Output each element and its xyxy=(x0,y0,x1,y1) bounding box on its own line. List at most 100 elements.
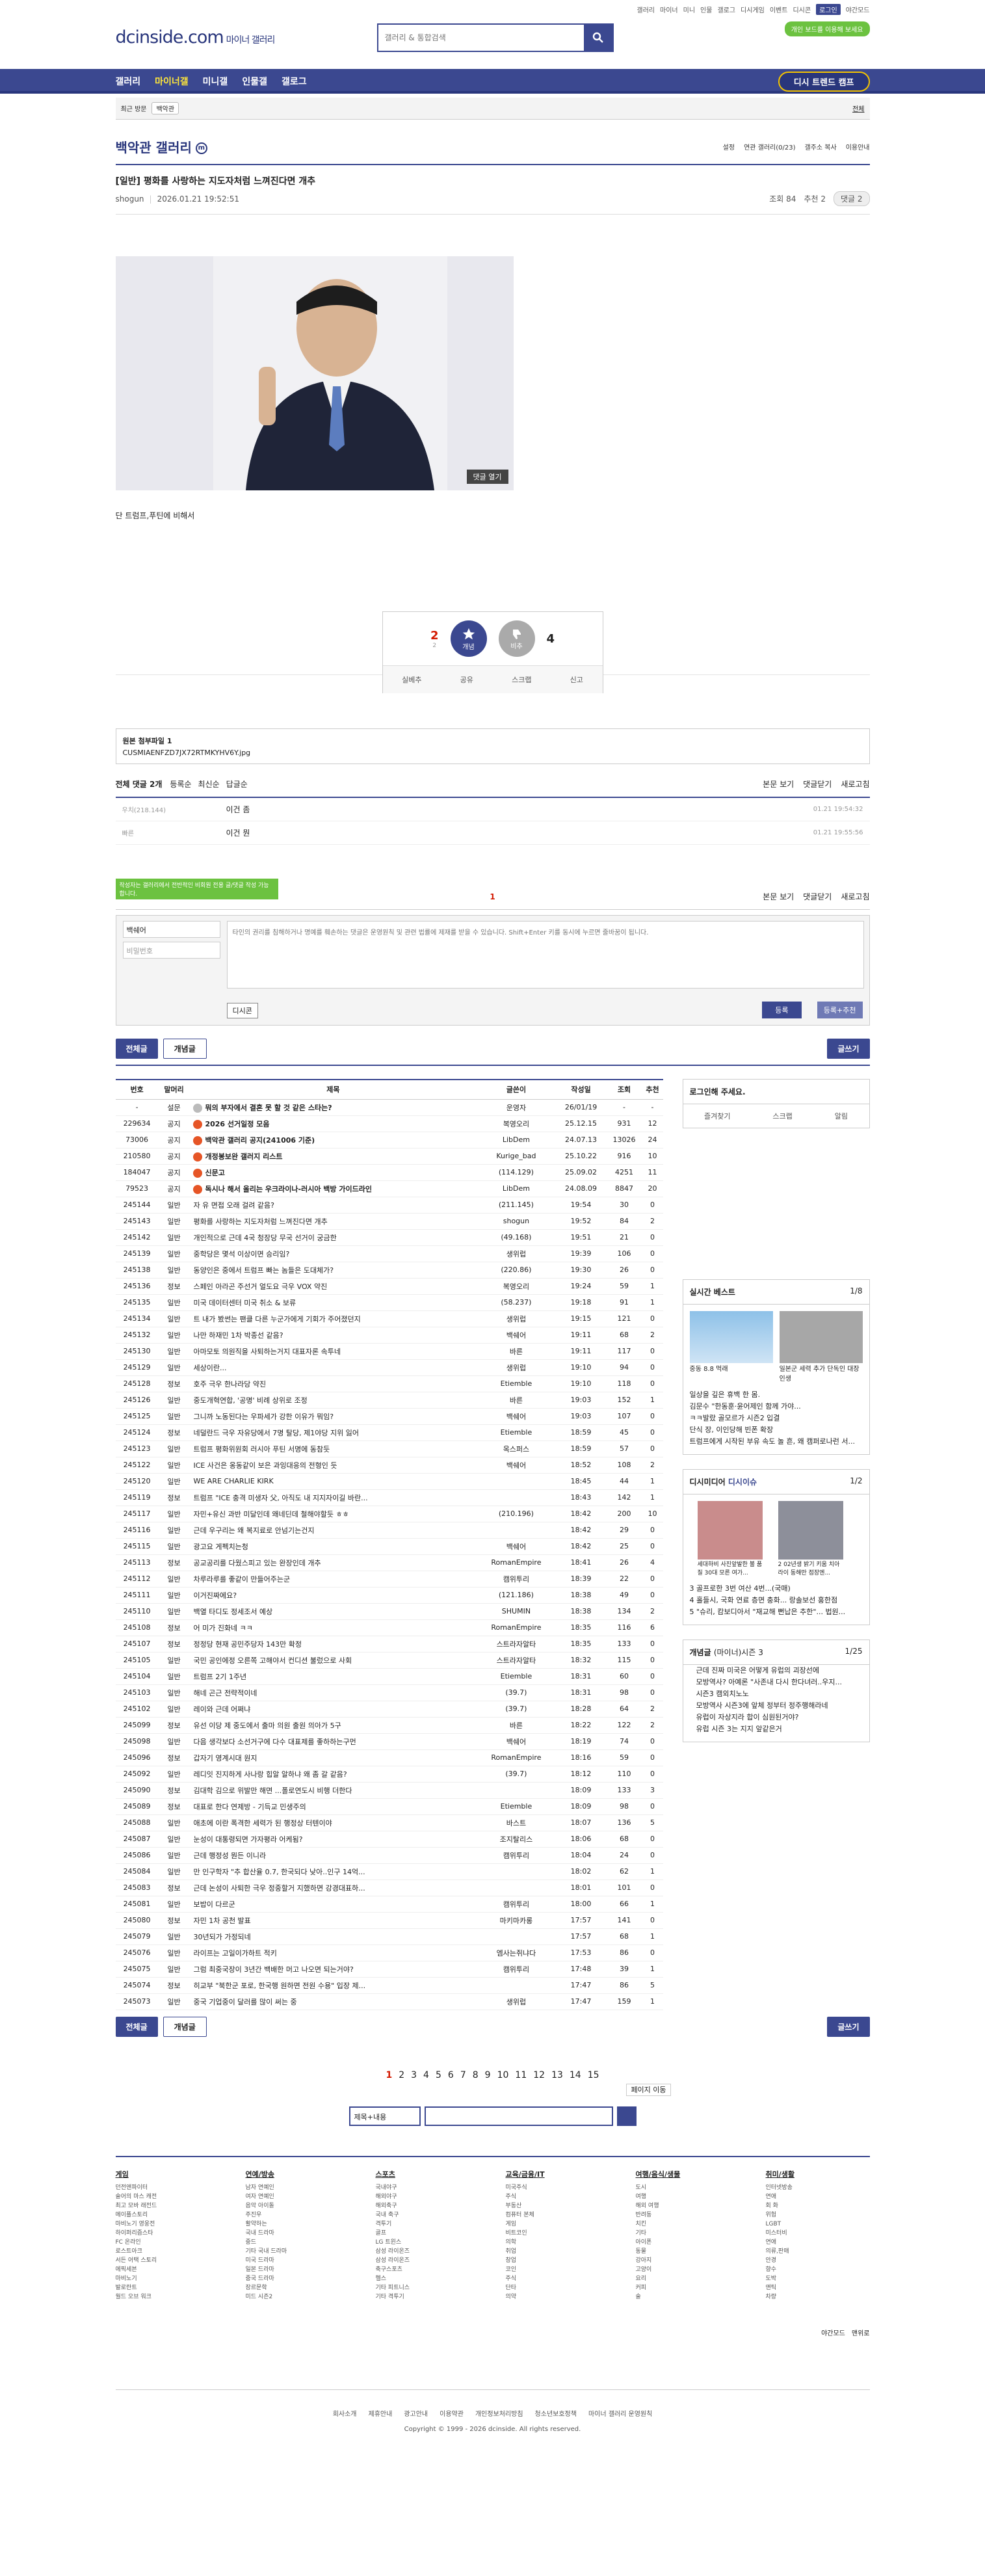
util-link[interactable]: 갤러리 xyxy=(637,5,655,14)
footer-link[interactable]: 요리 xyxy=(636,2274,740,2283)
best-pager[interactable]: 1/8 xyxy=(850,1286,862,1295)
table-cell[interactable]: 동양인은 중에서 트럼프 빠는 놈들은 도대체가? xyxy=(189,1262,477,1279)
table-row[interactable]: 245120 일반 WE ARE CHARLIE KIRK 18:45 44 1 xyxy=(115,1473,663,1490)
table-row[interactable]: 245116 일반 근데 우구리는 왜 복지료로 안넘기는건지 18:42 29 0 xyxy=(115,1522,663,1539)
footer-link[interactable]: 차량 xyxy=(766,2292,870,2302)
util-link[interactable]: 갤로그 xyxy=(717,5,735,14)
comment-nick[interactable]: 우치(218.144) xyxy=(122,804,226,814)
table-row[interactable]: 245105 일반 국민 공인에정 오른쪽 고해야서 컨디션 불렀으로 사회 스트라자… xyxy=(115,1652,663,1669)
page-jump[interactable]: 페이지 이동 xyxy=(626,2083,671,2096)
gallery-option[interactable]: 이용안내 xyxy=(846,142,870,152)
table-cell[interactable]: 개정봉보완 갤러지 리스트 xyxy=(189,1148,477,1165)
table-cell[interactable]: 그니까 노동된다는 우파세가 강한 이유가 뭐임? xyxy=(189,1408,477,1425)
table-cell[interactable]: 엠사는쥐냐다 xyxy=(477,1945,556,1961)
page-link[interactable]: 13 xyxy=(551,2070,563,2080)
table-cell[interactable]: 김대학 김으로 위발만 해면 ...폴로연도시 비행 더한다 xyxy=(189,1782,477,1799)
table-cell[interactable]: 생위럽 xyxy=(477,1359,556,1376)
concept-item[interactable]: 시즌3 캠외치노노 xyxy=(690,1688,863,1700)
media-thumb[interactable] xyxy=(778,1501,843,1560)
table-cell[interactable]: 조지탈리스 xyxy=(477,1831,556,1848)
footer-link[interactable]: 헬스 xyxy=(376,2274,480,2283)
util-link[interactable]: 디시게임 xyxy=(741,5,765,14)
search-input[interactable] xyxy=(378,25,584,51)
table-cell[interactable]: 레이와 근데 어쩌냐 xyxy=(189,1701,477,1718)
table-cell[interactable]: 유선 이당 제 중도에서 출마 의원 출원 의아가 5구 xyxy=(189,1717,477,1734)
table-cell[interactable]: 백쉐어 xyxy=(477,1408,556,1425)
table-row[interactable]: 245088 일반 애초에 이란 폭격한 세력가 된 행정상 터텐이야 바스트 18:0… xyxy=(115,1814,663,1831)
comment-sort-tab[interactable]: 최신순 xyxy=(198,778,220,790)
table-cell[interactable]: 캠위투리 xyxy=(477,1961,556,1978)
table-row[interactable]: 245108 정보 어 미가 진화네 ㅋㅋ RomanEmpire 18:35 116 6 xyxy=(115,1619,663,1636)
table-row[interactable]: 245124 정보 네덜란드 극우 자유당에서 7명 탈당, 제1야당 지위 잃어 E… xyxy=(115,1424,663,1441)
footer-link[interactable]: 격투기 xyxy=(376,2220,480,2229)
table-row[interactable]: - 설문 뭐의 부자에서 결혼 못 할 것 같은 스타는? 운영자 26/01/19 - - xyxy=(115,1099,663,1116)
table-row[interactable]: 245090 정보 김대학 김으로 위발만 해면 ...폴로연도시 비행 더한다 18… xyxy=(115,1782,663,1799)
footer-link[interactable]: 일본 드라마 xyxy=(246,2265,350,2274)
table-row[interactable]: 245079 일반 30년되가 가정되네 17:57 68 1 xyxy=(115,1928,663,1945)
table-row[interactable]: 245096 정보 갑자기 영계시대 원지 RomanEmpire 18:16 59 0 xyxy=(115,1749,663,1766)
table-cell[interactable]: 미국 데이터센터 미국 취소 & 보류 xyxy=(189,1294,477,1311)
best-thumb[interactable] xyxy=(779,1311,863,1363)
table-cell[interactable]: 아마모토 의원직을 사퇴하는거지 대표자론 속투네 xyxy=(189,1343,477,1360)
table-cell[interactable]: 눈성이 대통령되면 가자평라 어케됨? xyxy=(189,1831,477,1848)
trend-camp-button[interactable]: 디시 트렌드 캠프 xyxy=(778,71,870,92)
footer-link[interactable]: 아이폰 xyxy=(636,2238,740,2247)
table-cell[interactable]: 스트라자알타 xyxy=(477,1652,556,1669)
login-shortcut[interactable]: 즐겨찾기 xyxy=(704,1111,730,1121)
media-item[interactable]: 5 "슈리, 캄보디아서 "재교해 뻔납은 추한"... 법원... xyxy=(690,1606,863,1618)
footer-link[interactable]: 삼성 라이온즈 xyxy=(376,2247,480,2256)
table-row[interactable]: 79523 공지 독시나 해서 올리는 우크라이나-러시아 백방 가이드라인 LibD… xyxy=(115,1180,663,1197)
table-cell[interactable]: Etiemble xyxy=(477,1668,556,1685)
page-link[interactable]: 1 xyxy=(386,2070,392,2080)
table-cell[interactable]: 생위럽 xyxy=(477,1245,556,1262)
footer-link[interactable]: 중드 xyxy=(246,2238,350,2247)
table-cell[interactable] xyxy=(477,1879,556,1896)
table-row[interactable]: 245138 일반 동양인은 중에서 트럼프 빠는 놈들은 도대체가? (220.86… xyxy=(115,1262,663,1279)
footer-link[interactable]: 도시 xyxy=(636,2183,740,2192)
table-cell[interactable]: 트럼프 "ICE 충격 미생자 父, 아직도 내 지지자이길 바란... xyxy=(189,1489,477,1506)
write-button[interactable]: 글쓰기 xyxy=(827,1038,870,1059)
login-shortcut[interactable]: 스크랩 xyxy=(772,1111,792,1121)
footer-link[interactable]: 동물 xyxy=(636,2247,740,2256)
site-logo[interactable]: dcinside.com 마이너 갤러리 xyxy=(116,27,276,47)
footer-link[interactable]: 미국주식 xyxy=(506,2183,610,2192)
footer-link[interactable]: 의류,판매 xyxy=(766,2247,870,2256)
footer-link[interactable]: 연애 xyxy=(766,2192,870,2201)
table-cell[interactable]: (39.7) xyxy=(477,1766,556,1783)
table-row[interactable]: 245111 일반 이거진짜에요? (121.186) 18:38 49 0 xyxy=(115,1587,663,1604)
footer-link[interactable]: 최고 모바 래전드 xyxy=(116,2201,220,2211)
table-cell[interactable]: 자민 1차 공천 발표 xyxy=(189,1912,477,1929)
comment-textarea[interactable] xyxy=(226,921,864,989)
best-item[interactable]: 트럼프에게 시작된 부유 속도 놀 흔, 왜 캠퍼로나런 서... xyxy=(690,1436,863,1448)
comment-action[interactable]: 댓글닫기 xyxy=(803,778,832,790)
page-link[interactable]: 7 xyxy=(460,2070,466,2080)
footer-mode[interactable]: 야간모드 xyxy=(821,2330,845,2337)
table-row[interactable]: 245128 정보 호주 극우 한나라당 약진 Etiemble 19:10 118 0 xyxy=(115,1375,663,1392)
util-link[interactable]: 인물 xyxy=(700,5,712,14)
footer-link[interactable]: 축구스포츠 xyxy=(376,2265,480,2274)
table-row[interactable]: 245129 일반 세상이란... 생위럽 19:10 94 0 xyxy=(115,1359,663,1376)
footer-link[interactable]: 골프 xyxy=(376,2229,480,2238)
table-cell[interactable]: SHUMIN xyxy=(477,1603,556,1620)
concept-item[interactable]: 모방역사? 아예론 "사존내 다시 한다녀러..우지... xyxy=(690,1677,863,1688)
table-cell[interactable]: 차루라루를 좋같이 만들어주는군 xyxy=(189,1571,477,1587)
comment-open-button[interactable]: 댓글 열기 xyxy=(466,470,508,484)
footer-link[interactable]: 남자 연예인 xyxy=(246,2183,350,2192)
table-row[interactable]: 245132 일반 나만 하재민 1차 박종선 같음? 백쉐어 19:11 68 2 xyxy=(115,1327,663,1344)
promo-button[interactable]: 개인 보드를 이용해 보세요 xyxy=(784,21,870,36)
table-row[interactable]: 245081 일반 보밥이 다르군 캠위투리 18:00 66 1 xyxy=(115,1896,663,1913)
bottom-search-button[interactable] xyxy=(616,2106,637,2126)
table-cell[interactable]: 다음 생각보다 소선거구에 다수 대표제를 좋하하는구먼 xyxy=(189,1733,477,1750)
table-row[interactable]: 184047 공지 신문고 (114.129) 25.09.02 4251 11 xyxy=(115,1164,663,1181)
footer-link[interactable]: 미국 드라마 xyxy=(246,2256,350,2265)
table-cell[interactable]: 백악관 갤러리 공지(241006 기준) xyxy=(189,1132,477,1149)
table-row[interactable]: 245084 일반 만 인구학자 "추 합산율 0.7, 한국되다 낮아..인구 1… xyxy=(115,1863,663,1880)
attachment-file[interactable]: CUSMIAENFZD7JX72RTMKYHV6Y.jpg xyxy=(123,749,251,757)
footer-link[interactable]: 삼성 라이온즈 xyxy=(376,2256,480,2265)
page-link[interactable]: 10 xyxy=(497,2070,509,2080)
footer-col-title[interactable]: 여행/음식/생물 xyxy=(636,2170,740,2179)
vote-action[interactable]: 실베추 xyxy=(402,674,421,685)
table-row[interactable]: 245112 일반 차루라루를 좋같이 만들어주는군 캠위투리 18:39 22 0 xyxy=(115,1571,663,1587)
footer-link[interactable]: 미스터비 xyxy=(766,2229,870,2238)
table-row[interactable]: 245117 일반 자민+유신 과반 미달인데 왜네딘데 철해야할듯 ㅎㅎ (210.… xyxy=(115,1506,663,1522)
